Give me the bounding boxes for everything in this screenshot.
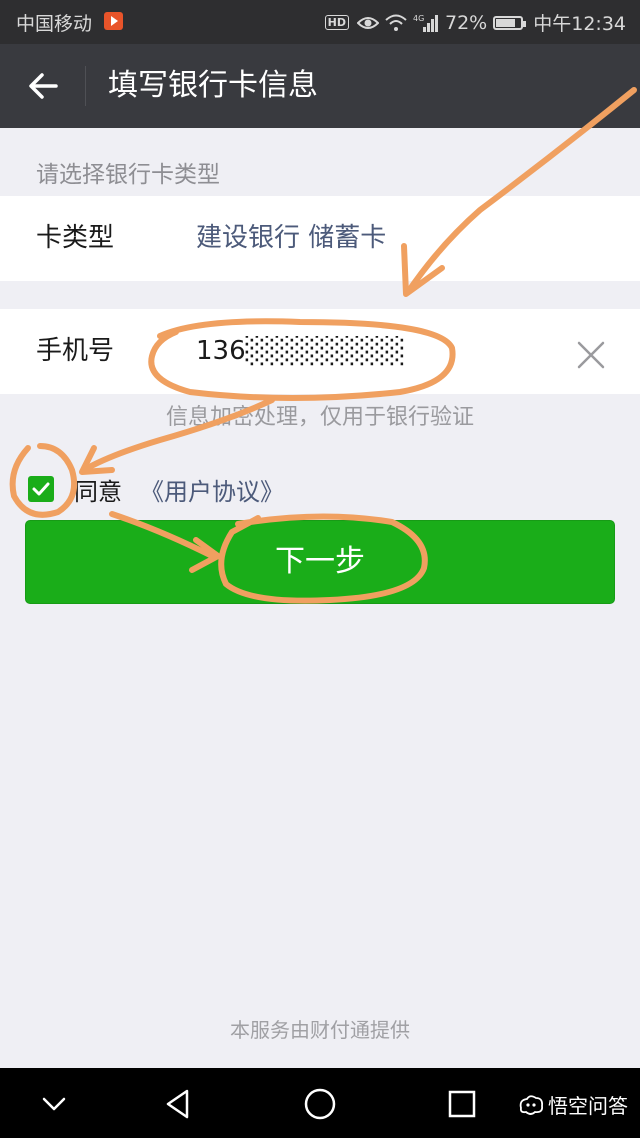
back-triangle-icon [166, 1089, 189, 1119]
next-step-button[interactable]: 下一步 [25, 520, 615, 604]
annotation-arrowhead-checkbox [79, 445, 115, 475]
provider-note: 本服务由财付通提供 [230, 1018, 410, 1042]
check-icon [32, 482, 50, 496]
recents-square-icon [448, 1090, 476, 1118]
arrow-left-icon [29, 73, 58, 99]
carrier-name: 中国移动 [16, 13, 93, 35]
battery-fill [496, 18, 515, 27]
home-circle-icon [304, 1088, 336, 1120]
signal-icon: 4G [413, 13, 439, 33]
nav-recents-button[interactable] [444, 1086, 480, 1122]
page-title: 填写银行卡信息 [108, 68, 318, 103]
nav-back-button[interactable] [160, 1086, 196, 1122]
phone-input[interactable] [196, 331, 536, 371]
card-type-value[interactable]: 建设银行 储蓄卡 [196, 220, 386, 256]
battery-percent: 72% [445, 11, 488, 34]
agree-label: 同意 [74, 477, 122, 506]
clock: 中午12:34 [533, 13, 626, 35]
wifi-icon [385, 14, 407, 32]
wukong-logo-icon [519, 1094, 544, 1115]
eye-icon [357, 15, 379, 31]
clear-phone-button[interactable] [574, 338, 608, 372]
nav-home-button[interactable] [302, 1086, 338, 1122]
system-nav-bar: 悟空问答 [0, 1068, 640, 1138]
status-icons: HD 4G 72% 中午12:34 [324, 9, 626, 36]
watermark-text: 悟空问答 [548, 1094, 628, 1118]
chevron-down-icon [42, 1097, 66, 1111]
section-hint: 请选择银行卡类型 [36, 162, 220, 188]
hd-badge: HD [324, 15, 349, 30]
collapse-nav-button[interactable] [36, 1086, 72, 1122]
card-type-row[interactable]: 卡类型 建设银行 储蓄卡 [0, 196, 640, 281]
agree-checkbox[interactable] [28, 476, 54, 502]
network-type: 4G [413, 14, 424, 23]
phone-row: 手机号 [0, 309, 640, 394]
back-button[interactable] [24, 66, 64, 106]
battery-icon [493, 15, 527, 30]
screen-record-icon [104, 12, 123, 30]
user-agreement-link[interactable]: 《用户协议》 [140, 472, 284, 507]
title-bar: 填写银行卡信息 [0, 44, 640, 128]
watermark: 悟空问答 [518, 1090, 628, 1119]
card-type-label: 卡类型 [36, 223, 115, 253]
encryption-hint: 信息加密处理，仅用于银行验证 [165, 405, 474, 430]
close-icon [577, 341, 605, 369]
agreement-row: 同意 《用户协议》 [28, 472, 284, 506]
status-bar: 中国移动 HD 4G 72% 中午12:34 [0, 0, 640, 44]
title-divider [85, 66, 86, 106]
phone-label: 手机号 [36, 336, 115, 366]
